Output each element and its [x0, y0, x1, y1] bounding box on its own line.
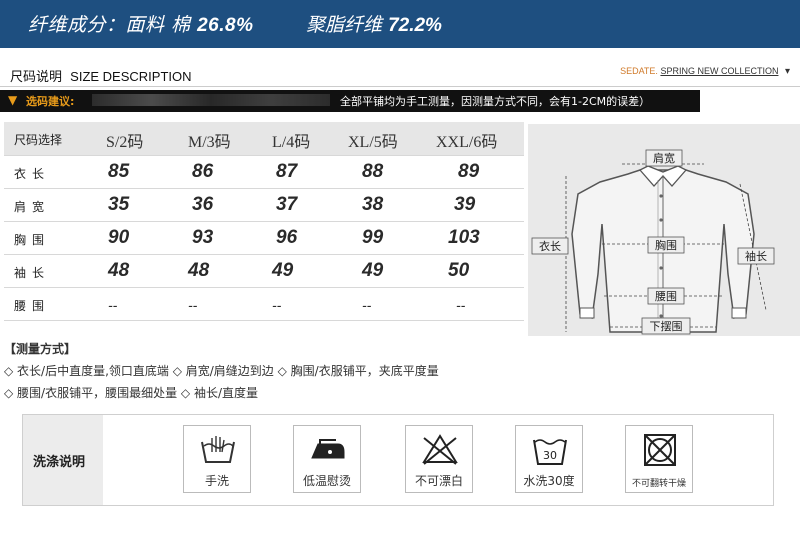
size-select-label: 尺码选择 [14, 133, 63, 147]
size-section-title: 尺码说明 SIZE DESCRIPTION [10, 66, 192, 85]
wash-30-icon: 30 [533, 439, 567, 465]
wash-title: 洗涤说明 [33, 455, 86, 470]
hand-wash-icon [201, 436, 235, 463]
table-cell: 36 [192, 194, 214, 215]
table-row: 腰围 -- -- -- -- -- [4, 288, 524, 321]
table-row: 胸围 90 93 96 99 103 [4, 222, 524, 255]
table-cell: 50 [448, 260, 470, 281]
table-cell: -- [362, 297, 372, 313]
wash-temp-value: 30 [543, 449, 557, 462]
measuring-line: ◇ 衣长/后中直度量,领口直底端 ◇ 肩宽/肩缝边到边 ◇ 胸围/衣服铺平，夹底… [4, 364, 439, 378]
table-cell: 86 [192, 161, 214, 182]
table-cell: 48 [188, 260, 210, 281]
table-cell: 93 [192, 227, 214, 248]
length-label: 衣长 [539, 239, 561, 253]
brand-tag: SEDATE. SPRING NEW COLLECTION ▾ [620, 66, 790, 77]
no-tumble-dry-icon [644, 434, 676, 466]
table-cell: 90 [108, 227, 130, 248]
row-label: 肩宽 [14, 200, 51, 214]
brand-collection: SPRING NEW COLLECTION [660, 66, 779, 76]
shirt-icon: 肩宽 衣长 胸围 袖长 腰围 下摆围 [531, 149, 775, 335]
table-row: 衣长 85 86 87 88 89 [4, 156, 524, 189]
table-row: 袖长 48 48 49 49 50 [4, 255, 524, 288]
measuring-line: ◇ 腰围/衣服铺平，腰围最细处量 ◇ 袖长/直度量 [4, 386, 258, 400]
table-cell: 49 [272, 260, 294, 281]
suggestion-label: 选码建议: [26, 95, 75, 108]
table-cell: 85 [108, 161, 130, 182]
table-cell: 89 [458, 161, 480, 182]
care-label: 不可翻转干燥 [631, 479, 686, 489]
chevron-down-icon: ▾ [784, 66, 790, 77]
size-suggestion-bar: ▼ 选码建议: 全部平铺均为手工测量，因测量方式不同，会有1-2CM的误差） [0, 90, 700, 112]
size-column-header: XL/5码 [348, 134, 398, 151]
blurred-text [92, 94, 330, 106]
low-temp-iron-icon [311, 439, 345, 459]
size-table: 尺码选择 S/2码 M/3码 L/4码 XL/5码 XXL/6码 衣长 85 8… [4, 122, 524, 321]
table-cell: -- [272, 297, 282, 313]
fiber-composition: 聚脂纤维 72.2% [306, 10, 442, 37]
row-label: 腰围 [14, 299, 51, 313]
material-banner: 纤维成分：面料 棉 26.8% 聚脂纤维 72.2% [0, 0, 800, 48]
table-cell: -- [188, 297, 198, 313]
care-label: 不可漂白 [414, 474, 463, 488]
table-cell: 38 [362, 194, 384, 215]
size-column-header: S/2码 [106, 134, 144, 151]
hem-label: 下摆围 [650, 319, 683, 333]
care-label: 手洗 [204, 474, 229, 488]
care-item-hand-wash: 手洗 [183, 425, 251, 493]
no-bleach-icon [422, 434, 458, 465]
table-row: 肩宽 35 36 37 38 39 [4, 189, 524, 222]
table-cell: 48 [108, 260, 130, 281]
care-label: 低温慰烫 [302, 474, 351, 488]
table-cell: 49 [362, 260, 384, 281]
table-cell: 35 [108, 194, 130, 215]
care-item-no-tumble-dry: 不可翻转干燥 [625, 425, 693, 493]
care-item-wash-30: 30 水洗30度 [515, 425, 583, 493]
table-cell: -- [108, 297, 118, 313]
fabric-label: 纤维成分：面料 棉 [28, 14, 191, 36]
size-table-header: 尺码选择 S/2码 M/3码 L/4码 XL/5码 XXL/6码 [4, 122, 524, 156]
measurement-note: 全部平铺均为手工测量，因测量方式不同，会有1-2CM的误差） [340, 95, 651, 108]
care-label: 水洗30度 [523, 474, 575, 488]
brand-prefix: SEDATE. [620, 66, 658, 76]
table-cell: 96 [276, 227, 298, 248]
table-cell: 87 [276, 161, 298, 182]
size-title-en: SIZE DESCRIPTION [70, 69, 192, 84]
measuring-title: 【测量方式】 [4, 342, 77, 356]
shirt-measurement-diagram: 肩宽 衣长 胸围 袖长 腰围 下摆围 [528, 124, 800, 336]
table-cell: 88 [362, 161, 384, 182]
wash-instructions: 洗涤说明 手洗 低温慰烫 不可漂白 30 水洗30度 不可翻转干燥 [22, 414, 774, 506]
care-item-iron: 低温慰烫 [293, 425, 361, 493]
size-title-cn: 尺码说明 [10, 70, 63, 85]
table-cell: 103 [448, 227, 480, 248]
size-column-header: XXL/6码 [436, 134, 498, 151]
waist-label: 腰围 [655, 290, 677, 303]
fiber-value: 72.2% [388, 15, 442, 36]
shoulder-label: 肩宽 [653, 151, 675, 165]
row-label: 衣长 [14, 167, 51, 181]
row-label: 袖长 [14, 266, 51, 280]
size-column-header: L/4码 [272, 134, 311, 151]
row-label: 胸围 [14, 233, 51, 247]
table-cell: -- [456, 297, 466, 313]
table-cell: 99 [362, 227, 384, 248]
sleeve-label: 袖长 [745, 249, 767, 263]
chest-label: 胸围 [655, 238, 677, 252]
care-item-no-bleach: 不可漂白 [405, 425, 473, 493]
fabric-composition: 纤维成分：面料 棉 26.8% [28, 10, 253, 37]
triangle-down-icon: ▼ [8, 93, 18, 107]
fiber-label: 聚脂纤维 [306, 14, 383, 36]
fabric-value: 26.8% [197, 15, 254, 36]
table-cell: 39 [454, 194, 476, 215]
size-column-header: M/3码 [188, 134, 231, 151]
divider [0, 86, 800, 87]
table-cell: 37 [276, 194, 298, 215]
wash-label-panel: 洗涤说明 [23, 415, 103, 505]
